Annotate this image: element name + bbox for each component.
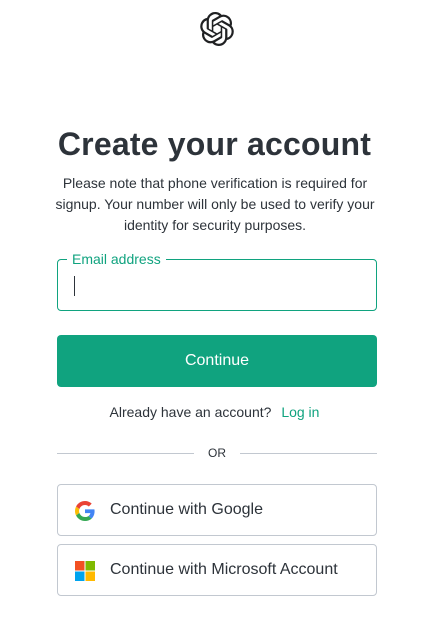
email-input[interactable] [59, 261, 375, 309]
login-prompt: Already have an account? [109, 404, 272, 420]
google-signin-label: Continue with Google [110, 501, 263, 518]
signup-page: Create your account Please note that pho… [0, 0, 429, 625]
microsoft-icon [75, 561, 95, 581]
google-icon [75, 501, 95, 521]
page-title: Create your account [57, 126, 372, 162]
microsoft-signin-button[interactable]: Continue with Microsoft Account [57, 544, 377, 596]
continue-button[interactable]: Continue [57, 335, 377, 387]
login-link[interactable]: Log in [281, 404, 319, 420]
login-row: Already have an account? Log in [0, 404, 429, 420]
email-field[interactable]: Email address [57, 250, 377, 311]
google-signin-button[interactable]: Continue with Google [57, 484, 377, 536]
microsoft-signin-label: Continue with Microsoft Account [110, 561, 338, 578]
openai-logo-icon [200, 12, 234, 46]
divider-line-right [240, 453, 377, 454]
divider-line-left [57, 453, 194, 454]
verification-note: Please note that phone verification is r… [55, 175, 375, 233]
text-caret [74, 276, 75, 296]
divider-text: OR [208, 446, 226, 460]
or-divider: OR [57, 445, 377, 461]
